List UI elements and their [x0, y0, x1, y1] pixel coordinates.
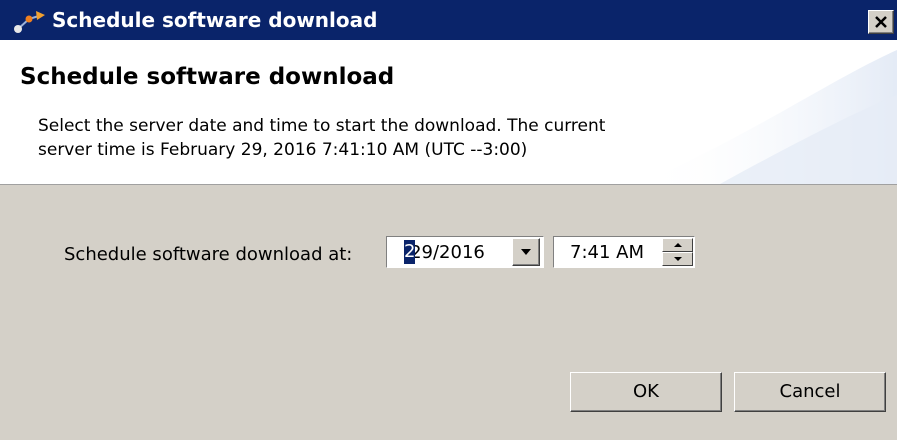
- date-month-text: 2: [404, 241, 416, 262]
- time-value: 7:41 AM: [570, 242, 644, 263]
- spin-down-arrow-icon: [674, 257, 682, 261]
- header-description: Select the server date and time to start…: [38, 114, 738, 162]
- close-icon: [875, 16, 887, 28]
- description-line-1: Select the server date and time to start…: [38, 116, 606, 136]
- dialog-window: Schedule software download Schedule soft…: [0, 0, 897, 440]
- window-title: Schedule software download: [52, 8, 378, 32]
- title-bar[interactable]: Schedule software download: [0, 0, 897, 40]
- time-spin-up-button[interactable]: [662, 238, 693, 252]
- description-line-2: server time is February 29, 2016 7:41:10…: [38, 140, 528, 160]
- schedule-label: Schedule software download at:: [64, 244, 353, 265]
- cancel-button[interactable]: Cancel: [734, 372, 886, 412]
- dropdown-arrow-icon: [521, 249, 531, 255]
- spin-up-arrow-icon: [674, 243, 682, 247]
- date-dropdown-button[interactable]: [512, 238, 540, 266]
- time-spin-down-button[interactable]: [662, 252, 693, 266]
- share-network-icon: [12, 7, 46, 35]
- date-rest-text: /29/2016: [404, 242, 485, 263]
- ok-button[interactable]: OK: [570, 372, 722, 412]
- header-title: Schedule software download: [20, 64, 395, 90]
- dialog-header: Schedule software download Select the se…: [0, 40, 897, 185]
- close-button[interactable]: [868, 10, 894, 34]
- date-selected-segment[interactable]: 2: [404, 240, 415, 264]
